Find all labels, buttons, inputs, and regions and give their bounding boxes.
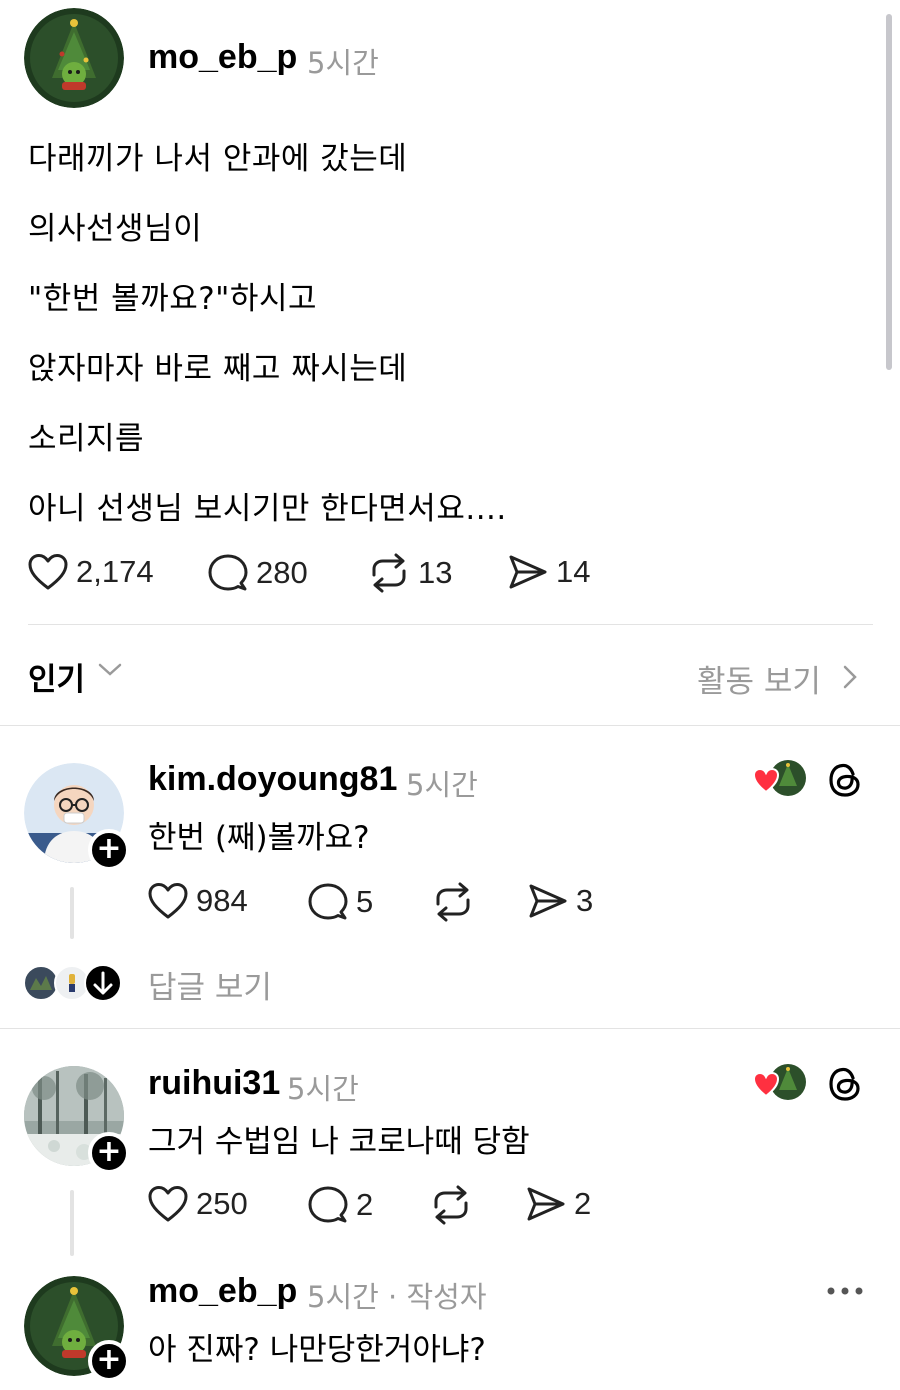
comment-button[interactable]: 5 — [308, 882, 373, 922]
more-dots-icon[interactable] — [826, 1286, 864, 1296]
send-icon — [529, 884, 567, 918]
chevron-down-icon[interactable] — [98, 662, 122, 678]
reply-time-value: 5시간 — [307, 1280, 379, 1314]
comment-button[interactable]: 280 — [208, 553, 308, 593]
like-button[interactable]: 984 — [148, 882, 248, 920]
post-text-line: 앉자마자 바로 째고 짜시는데 — [28, 351, 408, 387]
christmas-tree-avatar-image — [24, 8, 124, 108]
share-button[interactable]: 2 — [526, 1185, 591, 1223]
heart-icon — [148, 883, 188, 919]
reply-time: 5시간 — [406, 768, 478, 802]
follow-button[interactable]: + — [88, 829, 130, 871]
comment-count: 2 — [356, 1187, 374, 1222]
repost-button[interactable]: 13 — [368, 553, 452, 593]
post-text-line: "한번 볼까요?"하시고 — [28, 281, 317, 317]
repost-icon — [434, 1185, 468, 1225]
post-text-line: 의사선생님이 — [28, 211, 203, 247]
like-count: 2,174 — [76, 554, 154, 589]
thread-line — [70, 887, 74, 939]
reply-text: 그거 수법임 나 코로나때 당함 — [148, 1124, 530, 1160]
comment-count: 280 — [256, 555, 308, 590]
like-count: 250 — [196, 1186, 248, 1221]
view-activity-link[interactable]: 활동 보기 — [697, 656, 821, 701]
author-tag: · 작성자 — [388, 1280, 487, 1314]
repost-button[interactable] — [432, 882, 474, 922]
post-text-line: 다래끼가 나서 안과에 갔는데 — [28, 141, 408, 177]
author-liked-indicator — [752, 760, 806, 796]
reply-avatars-stack[interactable] — [24, 964, 124, 1002]
sort-dropdown[interactable]: 인기 — [28, 654, 85, 699]
comment-bubble-icon — [208, 554, 248, 591]
divider — [28, 624, 873, 625]
repost-button[interactable] — [430, 1185, 472, 1225]
thread-line — [70, 1190, 74, 1256]
view-replies-link[interactable]: 답글 보기 — [148, 962, 272, 1007]
divider — [0, 725, 900, 726]
author-liked-indicator — [752, 1064, 806, 1100]
heart-icon — [148, 1186, 188, 1222]
comment-bubble-icon — [308, 883, 348, 920]
plus-icon: + — [96, 1134, 122, 1169]
reply-username[interactable]: mo_eb_p — [148, 1272, 297, 1311]
share-count: 14 — [556, 554, 591, 589]
reply-time: 5시간 — [287, 1072, 359, 1106]
like-button[interactable]: 2,174 — [28, 553, 154, 591]
threads-logo-icon[interactable] — [826, 761, 864, 799]
send-icon — [509, 555, 547, 589]
divider — [0, 1028, 900, 1029]
comment-bubble-icon — [308, 1186, 348, 1223]
chevron-right-icon[interactable] — [842, 664, 858, 690]
share-count: 3 — [576, 883, 594, 918]
heart-icon — [28, 554, 68, 590]
scrollbar[interactable] — [886, 14, 892, 370]
follow-button[interactable]: + — [88, 1340, 130, 1382]
reply-username[interactable]: ruihui31 — [148, 1064, 280, 1103]
reply-time: 5시간 · 작성자 — [307, 1274, 487, 1316]
comment-count: 5 — [356, 884, 374, 919]
reply-text: 아 진짜? 나만당한거아냐? — [148, 1332, 486, 1368]
reply-username[interactable]: kim.doyoung81 — [148, 760, 397, 799]
post-username[interactable]: mo_eb_p — [148, 38, 297, 77]
repost-count: 13 — [418, 555, 453, 590]
share-count: 2 — [574, 1186, 592, 1221]
like-button[interactable]: 250 — [148, 1185, 248, 1223]
share-button[interactable]: 14 — [508, 553, 590, 591]
follow-button[interactable]: + — [88, 1132, 130, 1174]
comment-button[interactable]: 2 — [308, 1185, 373, 1225]
send-icon — [527, 1187, 565, 1221]
post-time: 5시간 — [307, 46, 379, 80]
repost-icon — [372, 553, 406, 593]
reply-text: 한번 (째)볼까요? — [148, 820, 370, 856]
plus-icon: + — [96, 831, 122, 866]
post-text-line: 소리지름 — [28, 421, 145, 457]
plus-icon: + — [96, 1342, 122, 1377]
threads-logo-icon[interactable] — [826, 1065, 864, 1103]
post-author-avatar[interactable] — [24, 8, 124, 108]
repost-icon — [436, 882, 470, 922]
post-text-line: 아니 선생님 보시기만 한다면서요.... — [28, 491, 507, 527]
like-count: 984 — [196, 883, 248, 918]
share-button[interactable]: 3 — [528, 882, 593, 920]
